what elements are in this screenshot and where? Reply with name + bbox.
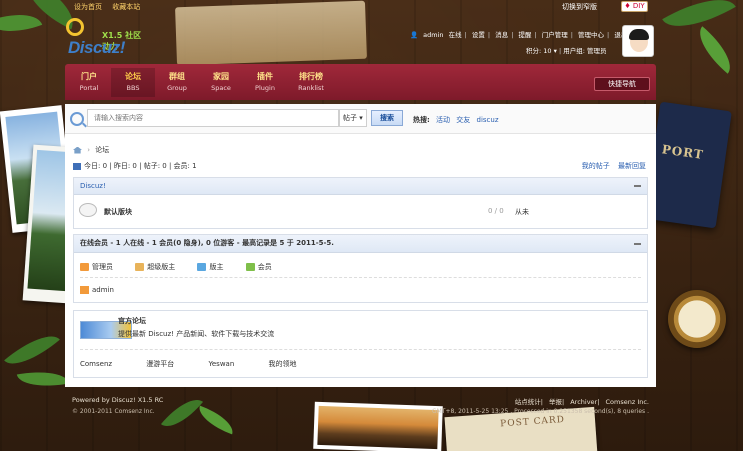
search-bar: 帖子 ▾ 搜索 热搜: 活动 交友 discuz [65,104,656,134]
hot-link[interactable]: discuz [477,116,499,124]
compass-decoration [668,290,726,348]
hot-link[interactable]: 交友 [456,116,470,124]
search-type-select[interactable]: 帖子 ▾ [339,109,367,127]
user-link-online[interactable]: 在线 [449,31,462,39]
legend-admin: 管理员 [80,263,113,271]
home-icon[interactable] [73,146,82,154]
sunset-photo [313,401,443,451]
forum-name-link[interactable]: 默认版块 [104,207,132,217]
supermod-icon [135,263,145,271]
user-link-messages[interactable]: 消息 [495,31,508,39]
forum-group-title[interactable]: Discuz! [80,182,106,190]
user-credit-bar: 积分: 10 ▾ | 用户组: 管理员 [526,47,607,55]
user-link-portal-admin[interactable]: 门户管理 [542,31,568,39]
logo-text: Discuz! [68,38,125,57]
search-button[interactable]: 搜索 [371,110,403,126]
user-icon: 👤 [410,31,419,39]
forum-status-icon [79,203,97,217]
credits-dropdown[interactable]: 积分: 10 ▾ [526,47,557,55]
friend-link[interactable]: Comsenz [80,360,112,368]
friend-links-box: 官方论坛 提供最新 Discuz! 产品新闻、软件下载与技术交流 Comsenz… [73,310,648,378]
old-paper-decoration [175,0,367,66]
divider [80,277,641,278]
friend-link-title[interactable]: 官方论坛 [118,316,146,326]
online-user[interactable]: admin [80,286,114,294]
friend-link[interactable]: Yeswan [209,360,235,368]
stats-chart-icon [73,162,81,170]
set-home-link[interactable]: 设为首页 [74,3,102,11]
mod-icon [197,263,207,271]
search-icon [70,112,84,126]
collapse-icon[interactable] [634,243,641,245]
forum-stats: 今日: 0 | 昨日: 0 | 帖子: 0 | 会员: 1 [73,161,197,171]
site-logo[interactable]: X1.5 社区动力 Discuz! [66,18,146,58]
search-input[interactable] [87,109,339,127]
hot-link[interactable]: 活动 [436,116,450,124]
footer-link-stats[interactable]: 站点统计 [515,398,541,406]
my-posts-link[interactable]: 我的帖子 [582,162,610,170]
online-title: 在线会员 - 1 人在线 - 1 会员(0 隐身), 0 位游客 - 最高记录是… [80,239,334,247]
user-link-settings[interactable]: 设置 [472,31,485,39]
logo-ring-icon [66,18,84,36]
footer-links: 站点统计| 举报| Archiver| Comsenz Inc. [514,398,649,406]
legend-mod: 版主 [197,263,223,271]
nav-bbs[interactable]: 论坛 BBS [111,68,155,97]
bookmark-link[interactable]: 收藏本站 [112,3,140,11]
diy-button[interactable]: ♦ DIY [621,1,648,12]
quick-nav-button[interactable]: 快捷导航 [594,77,650,91]
forum-post-count: 0 / 0 [488,207,504,215]
user-bar: 👤 admin 在线 | 设置 | 消息 | 提醒 | 门户管理 | 管理中心 | 退出 [410,31,628,39]
admin-user-icon [80,286,89,294]
hot-label: 热搜: [413,116,430,124]
member-icon [245,263,255,271]
user-link-admin-center[interactable]: 管理中心 [578,31,604,39]
topbar-links: 设为首页 收藏本站 [74,2,148,12]
legend-member: 会员 [245,263,272,271]
breadcrumb-current[interactable]: 论坛 [95,146,109,154]
footer-info: GMT+8, 2011-5-25 13:25 , Processed in 0.… [431,408,649,415]
nav-plugin[interactable]: 插件 Plugin [243,71,287,92]
nav-portal[interactable]: 门户 Portal [67,71,111,92]
main-panel: 帖子 ▾ 搜索 热搜: 活动 交友 discuz › 论坛 今日: 0 | 昨日… [65,104,656,387]
copyright: © 2001-2011 Comsenz Inc. [72,408,155,415]
forum-group-box: Discuz! 默认版块 0 / 0 从未 [73,177,648,229]
footer-link-archiver[interactable]: Archiver [570,398,597,406]
hot-searches: 热搜: 活动 交友 discuz [413,115,499,125]
forum-group-header: Discuz! [74,178,647,195]
footer-link-report[interactable]: 举报 [549,398,562,406]
friend-link[interactable]: 我的领地 [269,359,297,369]
breadcrumb: › 论坛 [73,145,109,155]
switch-width-link[interactable]: 切换到窄版 [562,2,597,12]
legend-supermod: 超级版主 [135,263,175,271]
footer-link-comsenz[interactable]: Comsenz Inc. [605,398,649,406]
nav-space[interactable]: 家园 Space [199,71,243,92]
stats-links: 我的帖子 最新回复 [576,161,646,171]
username-link[interactable]: admin [423,31,443,39]
online-legend: 管理员 超级版主 版主 会员 [80,262,292,272]
avatar[interactable] [622,25,654,57]
friend-link-desc: 提供最新 Discuz! 产品新闻、软件下载与技术交流 [118,330,275,338]
forum-row: 默认版块 0 / 0 从未 [74,195,647,227]
text-links: Comsenz 漫游平台 Yeswan 我的领地 [80,359,329,369]
collapse-icon[interactable] [634,185,641,187]
friend-link[interactable]: 漫游平台 [146,359,174,369]
main-nav: 门户 Portal 论坛 BBS 群组 Group 家园 Space 插件 Pl… [65,64,656,100]
online-header: 在线会员 - 1 人在线 - 1 会员(0 隐身), 0 位游客 - 最高记录是… [74,235,647,253]
nav-group[interactable]: 群组 Group [155,71,199,92]
user-group[interactable]: 用户组: 管理员 [563,47,606,55]
powered-by: Powered by Discuz! X1.5 RC [72,396,164,404]
online-box: 在线会员 - 1 人在线 - 1 会员(0 隐身), 0 位游客 - 最高记录是… [73,234,648,303]
nav-ranklist[interactable]: 排行榜 Ranklist [289,71,333,92]
user-link-notice[interactable]: 提醒 [518,31,531,39]
forum-last-post: 从未 [515,208,529,216]
divider [80,349,641,350]
stats-text: 今日: 0 | 昨日: 0 | 帖子: 0 | 会员: 1 [84,162,197,170]
admin-icon [80,263,89,271]
latest-replies-link[interactable]: 最新回复 [618,162,646,170]
